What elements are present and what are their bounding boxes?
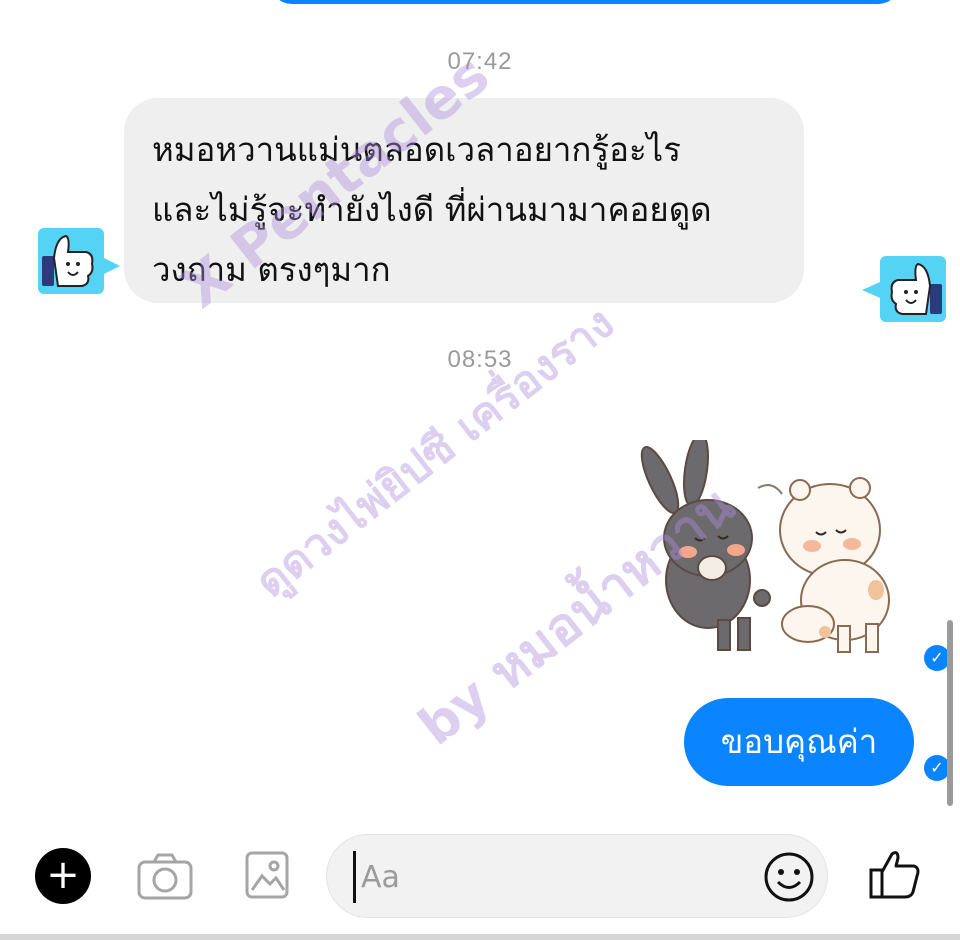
camera-button[interactable] [136, 850, 194, 902]
sticker-image [640, 433, 890, 653]
message-input[interactable] [361, 845, 741, 909]
timestamp: 07:42 [447, 48, 513, 75]
camera-icon [137, 853, 193, 900]
watermark-line: ดูดวงไพ่ยิปซี เครื่องราง [246, 297, 624, 609]
previous-sent-bubble[interactable] [270, 0, 900, 4]
text-cursor [353, 851, 356, 903]
image-icon [245, 851, 289, 899]
emoji-button[interactable] [763, 851, 815, 903]
sent-message-bubble[interactable]: ขอบคุณค่า [684, 698, 914, 786]
message-line: หมอหวานแม่นตลอดเวลาอยากรู้อะไร [152, 130, 681, 169]
seen-avatar [880, 256, 946, 322]
avatar-pointer [862, 282, 880, 298]
thumbs-up-character-icon [42, 234, 94, 287]
sender-avatar[interactable] [38, 228, 104, 294]
thumbs-up-icon [869, 851, 920, 899]
message-composer[interactable] [326, 834, 828, 918]
message-line: และไม่รู้จะทำยังไงดี ที่ผ่านมามาคอยดูด [152, 190, 712, 229]
like-button[interactable] [868, 846, 922, 900]
home-indicator-bar [0, 934, 960, 940]
smiley-icon [764, 852, 814, 902]
message-line: วงถาม ตรงๆมาก [152, 250, 391, 289]
timestamp: 08:53 [447, 346, 513, 373]
avatar-pointer [104, 258, 120, 274]
scrollbar[interactable] [947, 620, 953, 806]
thumbs-up-character-icon [890, 262, 942, 315]
received-message-bubble[interactable]: หมอหวานแม่นตลอดเวลาอยากรู้อะไร และไม่รู้… [124, 98, 804, 303]
plus-icon: + [46, 852, 80, 898]
bunny-and-bear-sticker[interactable] [640, 433, 915, 660]
add-button[interactable]: + [35, 848, 91, 904]
gallery-button[interactable] [244, 850, 290, 900]
